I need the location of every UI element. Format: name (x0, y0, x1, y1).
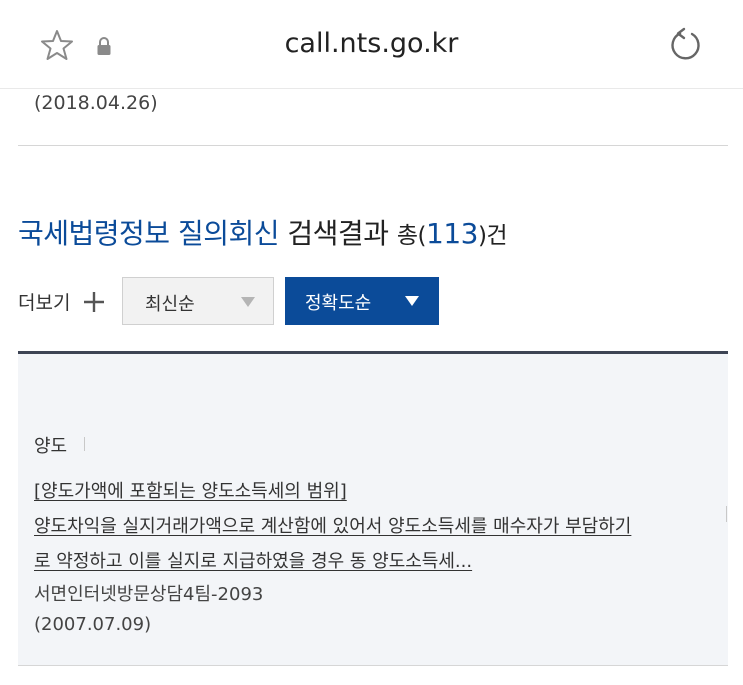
sort-accuracy-button[interactable]: 정확도순 (285, 277, 439, 325)
scroll-marker (726, 506, 727, 522)
heading-suffix: 검색결과 (279, 217, 397, 250)
result-link[interactable]: [양도가액에 포함되는 양도소득세의 범위] 양도차익을 실지거래가액으로 계산… (34, 474, 724, 579)
sort-accuracy-label: 정확도순 (305, 293, 372, 314)
plus-icon[interactable] (82, 290, 106, 314)
previous-result-date: (2018.04.26) (34, 92, 158, 114)
result-summary-line1[interactable]: 양도차익을 실지거래가액으로 계산함에 있어서 양도소득세를 매수자가 부담하기 (34, 509, 724, 544)
sort-latest-label: 최신순 (145, 294, 195, 315)
result-summary-line2[interactable]: 로 약정하고 이를 실지로 지급하였을 경우 동 양도소득세... (34, 544, 724, 579)
total-prefix: 총( (396, 223, 427, 249)
caret-down-icon (405, 296, 419, 306)
divider (18, 145, 728, 146)
result-item: 양도 [양도가액에 포함되는 양도소득세의 범위] 양도차익을 실지거래가액으로… (18, 351, 728, 665)
caret-down-icon (241, 297, 255, 307)
result-doc-number: 서면인터넷방문상담4팀-2093 (34, 584, 264, 605)
reload-icon[interactable] (666, 26, 704, 64)
more-button[interactable]: 더보기 (18, 288, 70, 315)
divider (18, 665, 728, 666)
total-suffix: )건 (477, 223, 508, 249)
category-separator (84, 437, 85, 451)
result-title[interactable]: [양도가액에 포함되는 양도소득세의 범위] (34, 474, 724, 509)
section-heading: 국세법령정보 질의회신 검색결과 총(113)건 (18, 212, 508, 252)
address-bar: call.nts.go.kr (0, 0, 743, 89)
total-count: 113 (426, 217, 478, 250)
heading-title: 국세법령정보 질의회신 (18, 217, 280, 250)
url-text[interactable]: call.nts.go.kr (0, 28, 743, 59)
sort-latest-button[interactable]: 최신순 (122, 277, 274, 325)
result-date: (2007.07.09) (34, 614, 152, 635)
result-category: 양도 (34, 436, 68, 457)
